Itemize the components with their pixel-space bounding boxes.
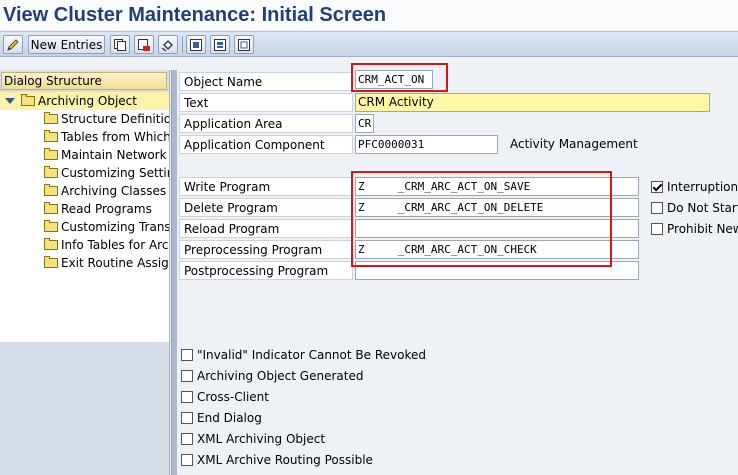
select-block-icon bbox=[214, 38, 226, 51]
tree-root-label: Archiving Object bbox=[38, 94, 137, 108]
tree-item[interactable]: Customizing Transa bbox=[44, 218, 169, 236]
end-dialog-checkbox[interactable]: End Dialog bbox=[181, 409, 262, 427]
tree-item[interactable]: Customizing Setting bbox=[44, 164, 169, 182]
folder-icon bbox=[44, 238, 58, 250]
folder-icon bbox=[44, 148, 58, 160]
do-not-start-label: Do Not Start B bbox=[667, 201, 738, 215]
window-title: View Cluster Maintenance: Initial Screen bbox=[0, 0, 738, 30]
cross-client-checkbox[interactable]: Cross-Client bbox=[181, 388, 269, 406]
tree-item-label: Archiving Classes U bbox=[61, 184, 169, 198]
tree-item-label: Customizing Transa bbox=[61, 220, 169, 234]
delete-program-label: Delete Program bbox=[179, 198, 353, 217]
tree-item[interactable]: Exit Routine Assign bbox=[44, 254, 169, 272]
application-area-field[interactable]: CR bbox=[355, 114, 374, 133]
open-folder-icon bbox=[21, 94, 35, 106]
deselect-all-icon bbox=[238, 38, 250, 51]
toolbar-separator bbox=[182, 36, 183, 53]
cross-client-label: Cross-Client bbox=[197, 390, 269, 404]
select-all-button[interactable] bbox=[186, 35, 206, 54]
new-entries-label: New Entries bbox=[30, 37, 103, 52]
select-block-button[interactable] bbox=[210, 35, 230, 54]
tree-item[interactable]: Tables from Which bbox=[44, 128, 169, 146]
folder-icon bbox=[44, 112, 58, 124]
xml-archive-routing-checkbox[interactable]: XML Archive Routing Possible bbox=[181, 451, 373, 469]
folder-icon bbox=[44, 166, 58, 178]
dialog-structure-panel: Dialog Structure Archiving Object Struct… bbox=[0, 70, 170, 475]
text-field[interactable]: CRM Activity bbox=[355, 93, 710, 112]
tree-item-label: Structure Definition bbox=[61, 112, 169, 126]
checkbox-icon[interactable] bbox=[181, 412, 193, 424]
interruption-possible-checkbox[interactable]: Interruption P bbox=[651, 178, 738, 196]
reload-program-label: Reload Program bbox=[179, 219, 353, 238]
deselect-all-button[interactable] bbox=[234, 35, 254, 54]
tree-item[interactable]: Archiving Classes U bbox=[44, 182, 169, 200]
application-toolbar: New Entries bbox=[0, 31, 738, 57]
checkbox-icon[interactable] bbox=[181, 433, 193, 445]
application-component-description: Activity Management bbox=[510, 137, 638, 151]
programs-highlight-box bbox=[351, 171, 612, 267]
change-display-icon bbox=[7, 38, 19, 51]
checkbox-icon[interactable] bbox=[651, 202, 663, 214]
application-area-label: Application Area bbox=[179, 114, 353, 133]
tree-item[interactable]: Info Tables for Archi bbox=[44, 236, 169, 254]
invalid-indicator-checkbox[interactable]: "Invalid" Indicator Cannot Be Revoked bbox=[181, 346, 426, 364]
prohibit-new-checkbox[interactable]: Prohibit New bbox=[651, 220, 738, 238]
checkbox-icon[interactable] bbox=[181, 370, 193, 382]
tree-item-label: Maintain Network G bbox=[61, 148, 169, 162]
tree-item[interactable]: Read Programs bbox=[44, 200, 169, 218]
postprocessing-program-label: Postprocessing Program bbox=[179, 261, 353, 280]
folder-icon bbox=[44, 220, 58, 232]
write-program-label: Write Program bbox=[179, 177, 353, 196]
change-display-button[interactable] bbox=[3, 35, 23, 54]
invalid-indicator-label: "Invalid" Indicator Cannot Be Revoked bbox=[197, 348, 426, 362]
folder-icon bbox=[44, 184, 58, 196]
end-dialog-label: End Dialog bbox=[197, 411, 262, 425]
application-component-label: Application Component bbox=[179, 135, 353, 154]
checkbox-icon[interactable] bbox=[181, 454, 193, 466]
folder-icon bbox=[44, 256, 58, 268]
checkbox-icon[interactable] bbox=[181, 391, 193, 403]
tree-item-label: Customizing Setting bbox=[61, 166, 169, 180]
checkbox-icon[interactable] bbox=[651, 223, 663, 235]
xml-archiving-object-label: XML Archiving Object bbox=[197, 432, 326, 446]
tree-item-label: Exit Routine Assign bbox=[61, 256, 169, 270]
tree-item[interactable]: Maintain Network G bbox=[44, 146, 169, 164]
dialog-structure-header: Dialog Structure bbox=[1, 72, 167, 90]
tree-item-label: Info Tables for Archi bbox=[61, 238, 169, 252]
checkbox-checked-icon[interactable] bbox=[651, 181, 663, 193]
copy-icon bbox=[114, 38, 126, 51]
object-name-highlight-box bbox=[351, 63, 448, 92]
text-label: Text bbox=[179, 93, 353, 112]
archiving-object-generated-label: Archiving Object Generated bbox=[197, 369, 364, 383]
interruption-label: Interruption P bbox=[667, 180, 738, 194]
prohibit-new-label: Prohibit New bbox=[667, 222, 738, 236]
select-all-icon bbox=[190, 38, 202, 51]
checkbox-icon[interactable] bbox=[181, 349, 193, 361]
new-entries-button[interactable]: New Entries bbox=[28, 35, 105, 54]
undo-icon bbox=[161, 39, 173, 52]
xml-archive-routing-label: XML Archive Routing Possible bbox=[197, 453, 373, 467]
archiving-object-generated-checkbox[interactable]: Archiving Object Generated bbox=[181, 367, 363, 385]
folder-icon bbox=[44, 130, 58, 142]
undo-button[interactable] bbox=[158, 35, 178, 54]
object-name-label: Object Name bbox=[179, 72, 353, 91]
folder-icon bbox=[44, 202, 58, 214]
xml-archiving-object-checkbox[interactable]: XML Archiving Object bbox=[181, 430, 325, 448]
copy-button[interactable] bbox=[110, 35, 130, 54]
tree-item-label: Read Programs bbox=[61, 202, 152, 216]
tree-item-label: Tables from Which bbox=[61, 130, 169, 144]
delete-button[interactable] bbox=[134, 35, 154, 54]
tree-root-archiving-object[interactable]: Archiving Object bbox=[0, 92, 169, 110]
do-not-start-checkbox[interactable]: Do Not Start B bbox=[651, 199, 738, 217]
delete-icon bbox=[138, 38, 150, 51]
dialog-structure-tree: Archiving Object Structure Definition Ta… bbox=[0, 92, 169, 342]
tree-item[interactable]: Structure Definition bbox=[44, 110, 169, 128]
application-component-field[interactable]: PFC0000031 bbox=[355, 135, 498, 154]
expand-icon[interactable] bbox=[5, 98, 15, 104]
preprocessing-program-label: Preprocessing Program bbox=[179, 240, 353, 259]
